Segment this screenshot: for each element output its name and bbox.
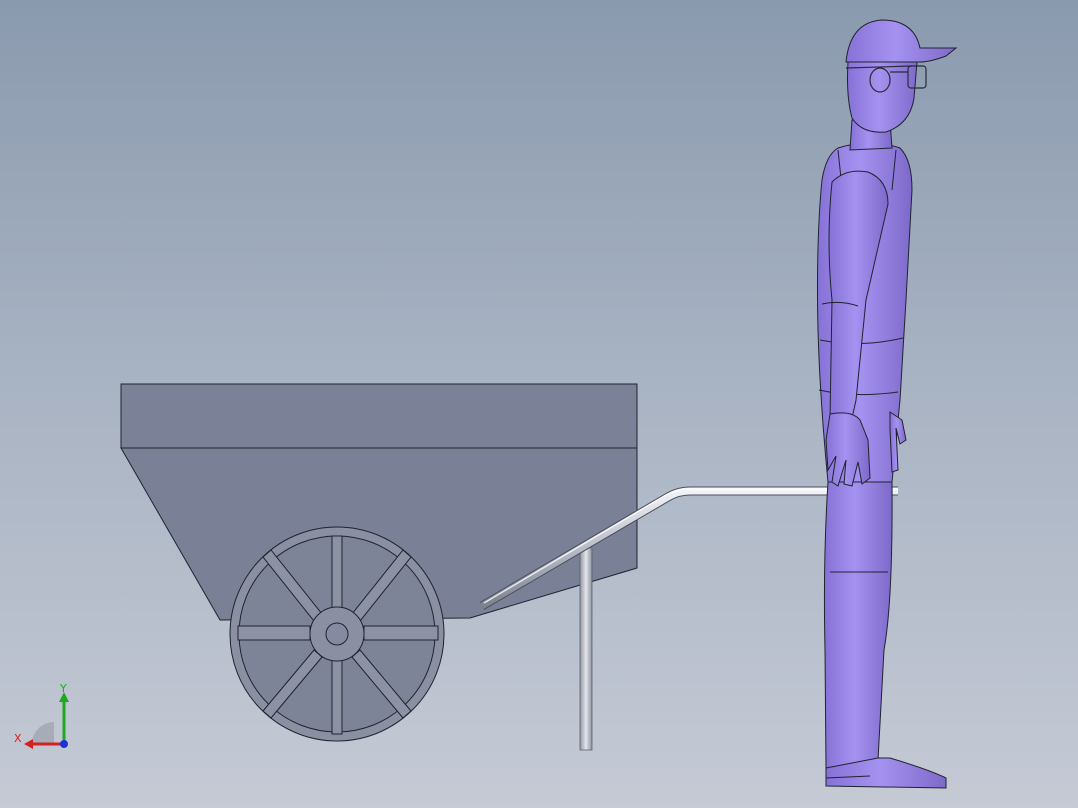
support-leg[interactable]	[579, 547, 593, 751]
graphics-viewport[interactable]: Y X	[0, 0, 1078, 808]
z-axis-dot	[60, 740, 68, 748]
human-figure[interactable]	[817, 19, 958, 789]
cad-model-scene[interactable]	[0, 0, 1078, 808]
x-axis-arrowhead	[24, 739, 33, 749]
triad-graphic: Y X	[14, 682, 69, 749]
y-axis-label: Y	[59, 684, 67, 695]
wheelbarrow-wheel[interactable]	[229, 526, 445, 742]
triad-plane-indicator	[32, 722, 54, 744]
x-axis-label: X	[14, 732, 22, 745]
coordinate-triad: Y X	[10, 682, 74, 756]
